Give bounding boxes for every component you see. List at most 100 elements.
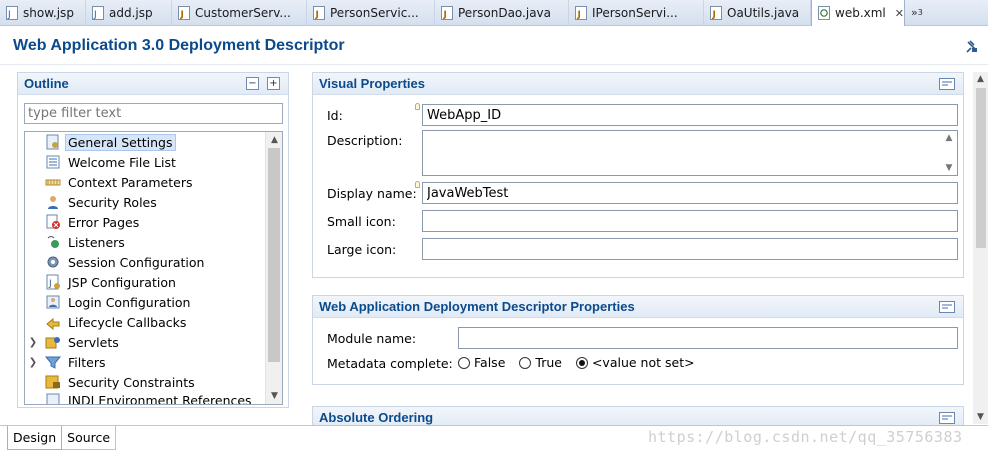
tree-item-label: Filters [68, 354, 106, 370]
help-xsd-icon[interactable] [939, 78, 955, 90]
welcome-list-icon [46, 155, 60, 169]
radio-true[interactable]: True [519, 355, 562, 370]
pin-icon[interactable] [964, 39, 980, 55]
tree-item-label: Lifecycle Callbacks [68, 314, 187, 330]
jndi-reference-icon [46, 393, 60, 404]
tree-item-security-roles[interactable]: Security Roles [25, 192, 266, 212]
module-name-field[interactable] [458, 327, 958, 349]
editor-scrollbar[interactable]: ▲ ▼ [973, 72, 988, 424]
scroll-down-icon[interactable]: ▼ [973, 412, 988, 422]
scroll-up-icon[interactable]: ▲ [973, 74, 988, 84]
description-field[interactable]: ▲ ▼ [422, 130, 958, 176]
java-file-icon: J [178, 6, 190, 20]
radio-false[interactable]: False [458, 355, 505, 370]
tree-item-label: Security Roles [68, 194, 157, 210]
display-name-field[interactable] [422, 182, 958, 204]
help-xsd-icon[interactable] [939, 412, 955, 424]
tab-label: web.xml [835, 6, 886, 20]
collapse-all-button[interactable]: − [246, 77, 259, 90]
small-icon-field[interactable] [422, 210, 958, 232]
filter-input[interactable] [24, 103, 283, 124]
svg-text:J: J [180, 10, 184, 20]
visual-properties-section: Visual Properties Id: Description: ▲ ▼ D… [312, 72, 964, 278]
tab-person-service[interactable]: J PersonServic... [307, 0, 435, 26]
dd-properties-header[interactable]: Web Application Deployment Descriptor Pr… [313, 296, 963, 318]
login-config-icon [46, 295, 60, 309]
tab-oautils[interactable]: J OaUtils.java [704, 0, 811, 26]
tree-item-general-settings[interactable]: General Settings [25, 132, 266, 152]
tab-show-jsp[interactable]: J show.jsp [0, 0, 86, 26]
tree-item-filters[interactable]: ❯ Filters [25, 352, 266, 372]
large-icon-field[interactable] [422, 238, 958, 260]
info-bulb-icon [415, 103, 420, 110]
tree-item-session-configuration[interactable]: Session Configuration [25, 252, 266, 272]
svg-text:J: J [443, 10, 447, 20]
tab-customer-service[interactable]: J CustomerServ... [172, 0, 307, 26]
radio-label: <value not set> [591, 355, 695, 370]
tab-label: show.jsp [23, 6, 74, 20]
scroll-up-icon[interactable]: ▲ [941, 133, 957, 143]
scroll-up-icon[interactable]: ▲ [266, 132, 282, 148]
scroll-down-icon[interactable]: ▼ [941, 163, 957, 173]
svg-text:J: J [93, 10, 97, 20]
java-file-icon: J [575, 6, 587, 20]
visual-properties-header[interactable]: Visual Properties [313, 73, 963, 95]
tree-item-label: Error Pages [68, 214, 140, 230]
chevron-right-icon[interactable]: ❯ [25, 337, 41, 348]
scrollbar-thumb[interactable] [976, 88, 986, 248]
tab-person-dao[interactable]: J PersonDao.java [435, 0, 569, 26]
tab-overflow-button[interactable]: » 3 [905, 0, 929, 25]
tree-item-error-pages[interactable]: Error Pages [25, 212, 266, 232]
absolute-ordering-section: Absolute Ordering [312, 406, 964, 426]
tree-item-servlets[interactable]: ❯ Servlets [25, 332, 266, 352]
tab-source[interactable]: Source [62, 426, 117, 450]
scrollbar-thumb[interactable] [268, 148, 280, 362]
close-icon[interactable]: ✕ [895, 7, 904, 20]
radio-circle[interactable] [519, 356, 532, 369]
java-file-icon: J [441, 6, 453, 20]
chevron-right-icon[interactable]: ❯ [25, 357, 41, 368]
tab-design[interactable]: Design [7, 426, 63, 450]
svg-text:J: J [577, 10, 581, 20]
user-role-icon [48, 196, 58, 209]
scroll-down-icon[interactable]: ▼ [266, 388, 282, 404]
radio-circle[interactable] [458, 356, 470, 369]
parameters-icon [45, 179, 61, 186]
expand-all-button[interactable]: + [267, 77, 280, 90]
tree-item-label: Security Constraints [68, 374, 195, 390]
java-file-icon: J [710, 6, 722, 20]
tree-item-label: Session Configuration [68, 254, 205, 270]
module-name-label: Module name: [327, 331, 417, 346]
tab-iperson-service[interactable]: J IPersonServi... [569, 0, 704, 26]
callback-arrow-icon [46, 317, 60, 330]
tab-web-xml[interactable]: web.xml ✕ [811, 0, 905, 26]
tree-item-security-constraints[interactable]: Security Constraints [25, 372, 266, 392]
filter-funnel-icon [45, 356, 61, 369]
radio-value-not-set[interactable]: <value not set> [575, 355, 695, 370]
radio-label: False [474, 355, 506, 370]
tree-item-jndi-references[interactable]: JNDI Environment References [25, 392, 266, 405]
svg-text:J: J [48, 279, 52, 289]
tree-item-context-parameters[interactable]: Context Parameters [25, 172, 266, 192]
outline-header: Outline − + [18, 73, 288, 95]
tab-add-jsp[interactable]: J add.jsp [86, 0, 172, 26]
radio-circle[interactable] [575, 356, 588, 369]
tree-item-listeners[interactable]: Listeners [25, 232, 266, 252]
outline-scrollbar[interactable]: ▲ ▼ [265, 132, 282, 404]
tree-item-lifecycle-callbacks[interactable]: Lifecycle Callbacks [25, 312, 266, 332]
tree-item-welcome-file-list[interactable]: Welcome File List [25, 152, 266, 172]
page-title: Web Application 3.0 Deployment Descripto… [13, 36, 345, 54]
tree-item-jsp-configuration[interactable]: J JSP Configuration [25, 272, 266, 292]
id-field[interactable] [422, 104, 958, 126]
tree-item-login-configuration[interactable]: Login Configuration [25, 292, 266, 312]
absolute-ordering-header[interactable]: Absolute Ordering [313, 407, 963, 426]
chevron-double-right-icon: » [911, 6, 918, 19]
svg-text:J: J [7, 10, 11, 20]
tree-item-label: JNDI Environment References [68, 393, 252, 405]
small-icon-label: Small icon: [327, 214, 396, 229]
description-scrollbar[interactable]: ▲ ▼ [941, 131, 957, 175]
help-xsd-icon[interactable] [939, 301, 955, 313]
watermark: https://blog.csdn.net/qq_35756383 [648, 428, 963, 446]
dd-properties-section: Web Application Deployment Descriptor Pr… [312, 295, 964, 385]
xml-file-icon [818, 6, 830, 20]
